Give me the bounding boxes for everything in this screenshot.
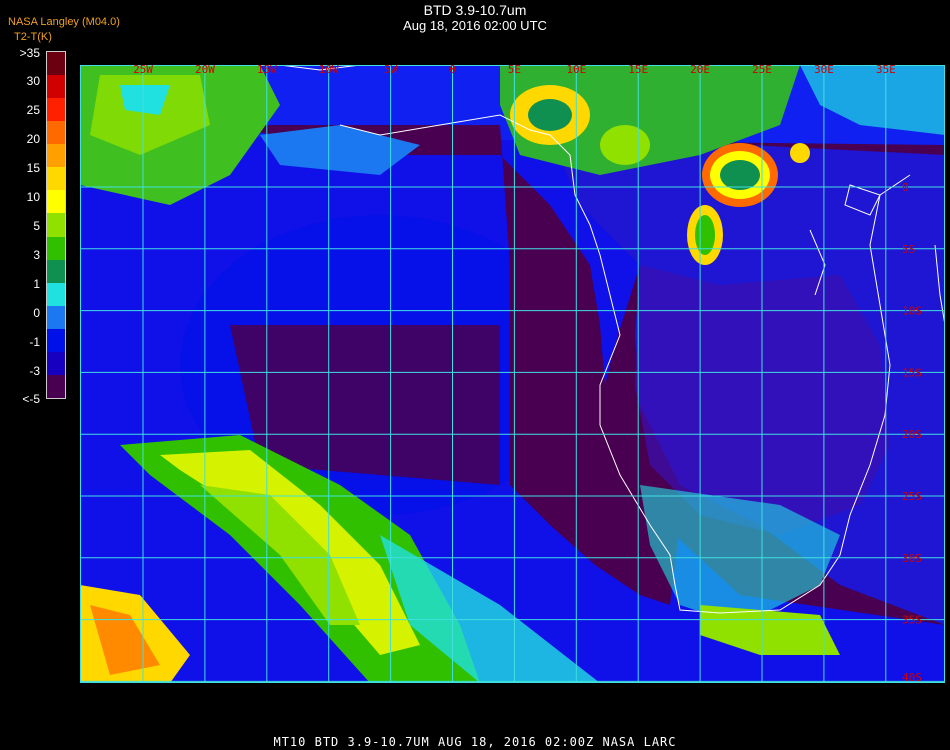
legend-swatch <box>47 374 65 398</box>
legend-swatch <box>47 305 65 329</box>
longitude-label: 25W <box>133 65 153 76</box>
longitude-label: 0 <box>449 65 456 76</box>
longitude-label: 15E <box>628 65 648 76</box>
legend-label: 1 <box>33 277 40 291</box>
legend-swatch <box>47 98 65 122</box>
legend-swatch <box>47 328 65 352</box>
legend-swatch <box>47 213 65 237</box>
latitude-label: 15S <box>902 366 922 379</box>
longitude-label: 20E <box>690 65 710 76</box>
latitude-label: 20S <box>902 428 922 441</box>
legend-label: 20 <box>26 132 40 146</box>
legend-swatch <box>47 144 65 168</box>
longitude-label: 25E <box>752 65 772 76</box>
longitude-label: 20W <box>195 65 215 76</box>
latitude-label: 5S <box>902 243 915 256</box>
longitude-label: 30E <box>814 65 834 76</box>
legend-swatch <box>47 190 65 214</box>
legend-label: 15 <box>26 161 40 175</box>
legend-swatch <box>47 351 65 375</box>
latitude-label: 35S <box>902 614 922 627</box>
longitude-label: 35E <box>876 65 896 76</box>
legend-swatch <box>47 236 65 260</box>
longitude-label: 5E <box>508 65 521 76</box>
latitude-label: 25S <box>902 490 922 503</box>
map-canvas: 25W 20W 15W 10W 5W 0 5E 10E 15E 20E 25E 30E 35E 0 5S 1… <box>80 65 945 683</box>
legend-swatch <box>47 259 65 283</box>
unit-label: T2-T(K) <box>14 31 52 43</box>
legend-swatch <box>47 167 65 191</box>
satellite-map: 25W 20W 15W 10W 5W 0 5E 10E 15E 20E 25E 30E 35E 0 5S 1… <box>80 65 945 683</box>
latitude-label: 40S <box>902 671 922 683</box>
credit-label: NASA Langley (M04.0) <box>8 16 120 28</box>
map-title: BTD 3.9-10.7um <box>423 2 527 18</box>
legend-label: 25 <box>26 103 40 117</box>
legend-label: >35 <box>19 46 40 60</box>
legend-label: 10 <box>26 190 40 204</box>
color-legend <box>46 51 66 399</box>
latitude-label: 10S <box>902 305 922 318</box>
longitude-label: 15W <box>257 65 277 76</box>
longitude-label: 5W <box>384 65 398 76</box>
legend-label: 5 <box>33 219 40 233</box>
legend-label: 0 <box>33 306 40 320</box>
legend-swatch <box>47 75 65 99</box>
latitude-label: 0 <box>902 181 909 194</box>
latitude-label: 30S <box>902 552 922 565</box>
legend-label: -3 <box>29 364 40 378</box>
legend-label: -1 <box>29 335 40 349</box>
map-subtitle: Aug 18, 2016 02:00 UTC <box>403 18 547 33</box>
legend-swatch <box>47 52 65 76</box>
legend-label: 30 <box>26 74 40 88</box>
longitude-label: 10E <box>566 65 586 76</box>
legend-swatch <box>47 282 65 306</box>
longitude-label: 10W <box>319 65 339 76</box>
legend-swatch <box>47 121 65 145</box>
legend-label: <-5 <box>22 392 40 406</box>
footer-caption: MT10 BTD 3.9-10.7UM AUG 18, 2016 02:00Z … <box>273 735 677 749</box>
legend-label: 3 <box>33 248 40 262</box>
